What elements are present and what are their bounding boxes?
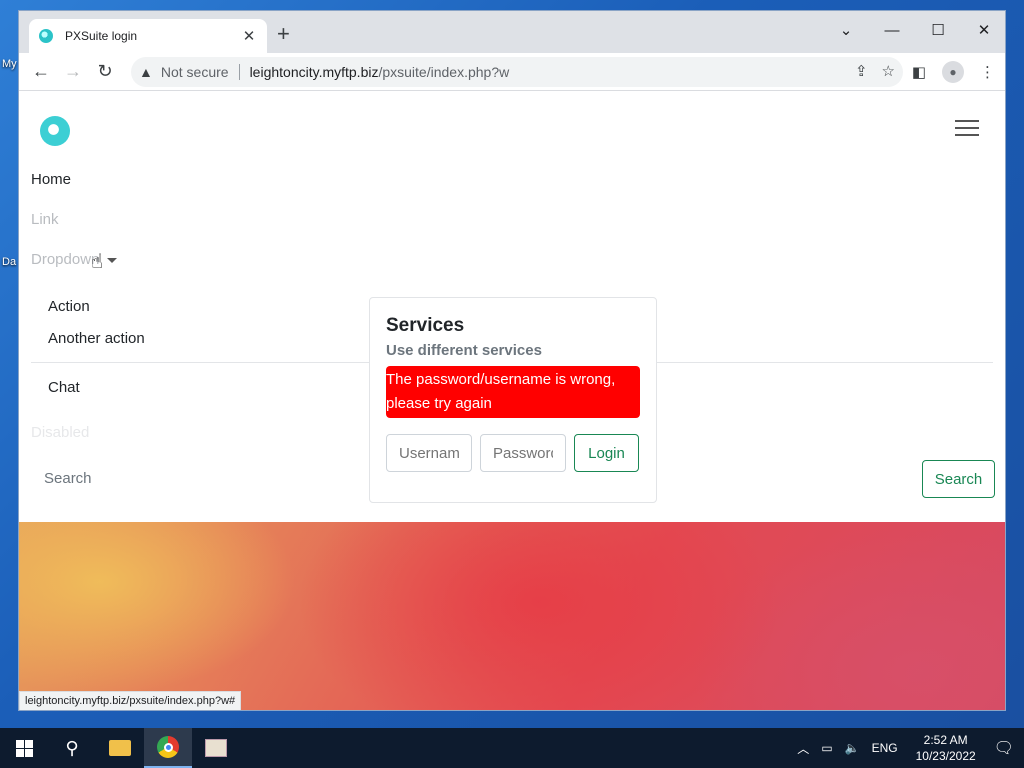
maximize-button[interactable]: ☐ bbox=[915, 17, 961, 45]
hero-background-image bbox=[19, 522, 1005, 710]
clock[interactable]: 2:52 AM 10/23/2022 bbox=[916, 732, 976, 764]
new-tab-button[interactable]: + bbox=[277, 23, 290, 45]
login-button[interactable]: Login bbox=[574, 434, 639, 472]
security-label[interactable]: Not secure bbox=[161, 64, 229, 80]
title-bar: PXSuite login ✕ + ⌄ — ☐ ✕ bbox=[19, 11, 1005, 53]
forward-arrow-icon[interactable]: → bbox=[57, 61, 89, 82]
nav-link[interactable]: Link bbox=[31, 211, 59, 228]
volume-icon[interactable]: 🔈 bbox=[845, 741, 860, 755]
chrome-icon bbox=[157, 736, 179, 758]
folder-icon bbox=[109, 740, 131, 756]
login-card: Services Use different services The pass… bbox=[369, 297, 657, 503]
tab-search-button[interactable]: ⌄ bbox=[823, 17, 869, 45]
nav-home[interactable]: Home bbox=[31, 171, 71, 188]
nav-dropdown-label: Dropdown bbox=[31, 251, 100, 268]
search-input[interactable]: Search bbox=[44, 470, 92, 487]
username-input[interactable] bbox=[386, 434, 472, 472]
clock-time: 2:52 AM bbox=[923, 733, 968, 747]
clock-date: 10/23/2022 bbox=[915, 749, 976, 763]
bookmark-star-icon[interactable]: ☆ bbox=[882, 62, 895, 80]
browser-toolbar: ← → ↻ ▲ Not secure leightoncity.myftp.bi… bbox=[19, 53, 1005, 91]
profile-avatar-icon[interactable]: ● bbox=[942, 61, 964, 83]
language-indicator[interactable]: ENG bbox=[872, 741, 898, 755]
chrome-taskbar-button[interactable] bbox=[144, 728, 192, 768]
url-host: leightoncity.myftp.biz bbox=[249, 64, 379, 80]
divider bbox=[238, 64, 240, 80]
site-favicon-icon bbox=[39, 29, 53, 43]
windows-logo-icon bbox=[15, 739, 33, 757]
search-button[interactable]: Search bbox=[922, 460, 995, 498]
start-button[interactable] bbox=[0, 728, 48, 768]
side-panel-icon[interactable]: ◧ bbox=[912, 63, 926, 81]
notification-icon[interactable]: 🗨 bbox=[994, 738, 1014, 758]
close-tab-icon[interactable]: ✕ bbox=[241, 27, 257, 45]
app-icon bbox=[205, 739, 227, 757]
dropdown-item-action[interactable]: Action bbox=[48, 298, 90, 315]
warning-icon[interactable]: ▲ bbox=[139, 64, 153, 80]
address-bar[interactable]: ▲ Not secure leightoncity.myftp.biz /pxs… bbox=[131, 57, 903, 87]
login-form: Login bbox=[386, 434, 640, 472]
dropdown-item-chat[interactable]: Chat bbox=[48, 379, 80, 396]
desktop-icon-label[interactable]: Da bbox=[2, 256, 16, 268]
web-page: Home Link Dropdown ☝ Action Another acti… bbox=[19, 91, 1005, 710]
brand-logo-icon[interactable] bbox=[40, 116, 70, 146]
url-path: /pxsuite/index.php?w bbox=[378, 64, 510, 80]
caret-down-icon bbox=[107, 257, 118, 263]
file-explorer-button[interactable] bbox=[96, 728, 144, 768]
close-window-button[interactable]: ✕ bbox=[961, 17, 1005, 45]
hand-cursor-icon: ☝ bbox=[91, 251, 104, 273]
navbar-toggler-icon[interactable] bbox=[945, 115, 989, 143]
back-arrow-icon[interactable]: ← bbox=[25, 61, 57, 82]
site-navbar: Home Link Dropdown ☝ Action Another acti… bbox=[19, 91, 1005, 522]
card-title: Services bbox=[386, 315, 465, 336]
status-bar-url: leightoncity.myftp.biz/pxsuite/index.php… bbox=[19, 691, 242, 710]
menu-kebab-icon[interactable]: ⋮ bbox=[980, 63, 995, 81]
system-tray: ︿ ▭ 🔈 ENG 2:52 AM 10/23/2022 🗨 bbox=[791, 728, 1024, 768]
nav-dropdown[interactable]: Dropdown bbox=[31, 251, 118, 268]
network-icon[interactable]: ▭ bbox=[821, 741, 832, 755]
password-input[interactable] bbox=[480, 434, 566, 472]
chevron-up-icon[interactable]: ︿ bbox=[797, 740, 809, 757]
nav-disabled: Disabled bbox=[31, 424, 90, 441]
app-taskbar-button[interactable] bbox=[192, 728, 240, 768]
dropdown-item-another-action[interactable]: Another action bbox=[48, 330, 145, 347]
reload-icon[interactable]: ↻ bbox=[89, 61, 121, 82]
windows-taskbar: ⚲ ︿ ▭ 🔈 ENG 2:52 AM 10/23/2022 🗨 bbox=[0, 728, 1024, 768]
browser-window: PXSuite login ✕ + ⌄ — ☐ ✕ ← → ↻ ▲ Not se… bbox=[18, 10, 1006, 711]
search-icon[interactable]: ⚲ bbox=[48, 728, 96, 768]
error-alert: The password/username is wrong, please t… bbox=[386, 366, 640, 418]
card-subtitle: Use different services bbox=[386, 342, 542, 359]
share-icon[interactable]: ⇪ bbox=[855, 62, 868, 80]
browser-tab[interactable]: PXSuite login ✕ bbox=[29, 19, 267, 53]
desktop-icon-label[interactable]: My bbox=[2, 58, 17, 70]
tab-title: PXSuite login bbox=[65, 29, 138, 43]
minimize-button[interactable]: — bbox=[869, 17, 915, 45]
